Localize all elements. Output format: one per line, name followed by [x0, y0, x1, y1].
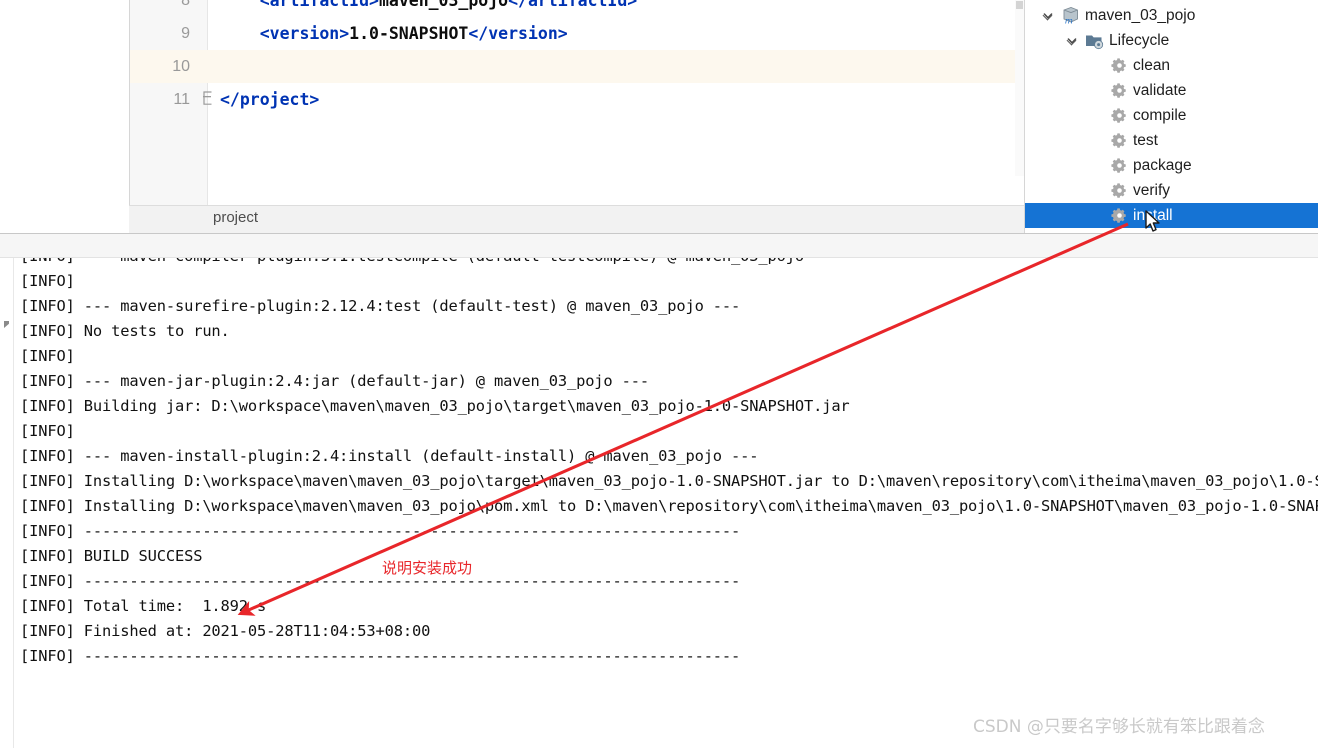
- maven-tree-item-label: clean: [1133, 56, 1171, 74]
- console-line: [INFO] --- maven-install-plugin:2.4:inst…: [20, 447, 759, 465]
- console-line: [INFO] ---------------------------------…: [20, 522, 741, 540]
- console-fold-marker-icon: [4, 321, 9, 328]
- line-number: 9: [181, 25, 190, 42]
- gear-icon: [1111, 182, 1128, 199]
- code-line[interactable]: 8 <artifactId>maven_03_pojo</artifactId>: [130, 0, 1024, 17]
- console-line: [INFO] --- maven-jar-plugin:2.4:jar (def…: [20, 372, 650, 390]
- console-line: [INFO]: [20, 347, 75, 365]
- code-line[interactable]: 11 </project>: [130, 83, 1024, 116]
- editor-vertical-scrollbar-track[interactable]: [1015, 0, 1024, 176]
- maven-tree-item-label: test: [1133, 131, 1158, 149]
- breadcrumb-item-project[interactable]: project: [213, 209, 258, 226]
- csdn-watermark: CSDN @只要名字够长就有笨比跟着念: [973, 717, 1265, 737]
- console-line: [INFO] --- maven-surefire-plugin:2.12.4:…: [20, 297, 741, 315]
- console-gutter: [0, 258, 14, 748]
- maven-tree-item-compile[interactable]: compile: [1025, 103, 1318, 128]
- maven-tree-item-verify[interactable]: verify: [1025, 178, 1318, 203]
- code-line[interactable]: 9 <version>1.0-SNAPSHOT</version>: [130, 17, 1024, 50]
- console-toolbar-strip[interactable]: [0, 234, 1318, 258]
- code-token: <version>: [220, 24, 350, 43]
- console-line: [INFO] Installing D:\workspace\maven\mav…: [20, 497, 1318, 515]
- code-token: maven_03_pojo: [378, 0, 509, 10]
- console-line: [INFO] Finished at: 2021-05-28T11:04:53+…: [20, 622, 431, 640]
- console-line: [INFO] Building jar: D:\workspace\maven\…: [20, 397, 850, 415]
- line-number: 11: [173, 91, 190, 108]
- code-token: <artifactId>: [220, 0, 379, 10]
- console-line: [INFO] --- maven-compiler-plugin:3.1:tes…: [20, 258, 1318, 269]
- line-number: 8: [181, 0, 190, 9]
- code-token: </project>: [220, 90, 320, 109]
- svg-text:m: m: [1065, 17, 1073, 26]
- maven-tool-window[interactable]: m maven_03_pojo Lifecycle clean validate comp…: [1024, 0, 1318, 233]
- ide-top-region: 8 <artifactId>maven_03_pojo</artifactId>…: [0, 0, 1318, 233]
- maven-tree-item-maven-03-pojo[interactable]: m maven_03_pojo: [1025, 3, 1318, 28]
- gear-icon: [1111, 107, 1128, 124]
- code-text: <artifactId>maven_03_pojo</artifactId>: [220, 0, 638, 17]
- maven-tree-item-label: compile: [1133, 106, 1187, 124]
- line-number: 10: [172, 58, 190, 75]
- editor-left-blank-area: [0, 0, 129, 233]
- breadcrumb-left-padding: [129, 206, 207, 233]
- gear-icon: [1111, 132, 1128, 149]
- console-line: [INFO]: [20, 422, 75, 440]
- maven-tree-item-install[interactable]: install: [1025, 203, 1318, 228]
- gear-icon: [1111, 157, 1128, 174]
- maven-tree-item-label: validate: [1133, 81, 1187, 99]
- code-line[interactable]: 10: [130, 50, 1024, 83]
- maven-tree-item-label: verify: [1133, 181, 1171, 199]
- console-line: [INFO] ---------------------------------…: [20, 647, 741, 665]
- gear-icon: [1111, 207, 1128, 224]
- maven-tree-item-clean[interactable]: clean: [1025, 53, 1318, 78]
- console-line: [INFO] BUILD SUCCESS: [20, 547, 203, 565]
- maven-tree-item-label: Lifecycle: [1109, 31, 1170, 49]
- maven-tree-item-test[interactable]: test: [1025, 128, 1318, 153]
- console-line: [INFO] ---------------------------------…: [20, 572, 741, 590]
- maven-tree-item-validate[interactable]: validate: [1025, 78, 1318, 103]
- code-token: 1.0-SNAPSHOT: [349, 24, 469, 43]
- console-line: [INFO] Total time: 1.892 s: [20, 597, 267, 615]
- code-fold-icon[interactable]: [202, 91, 213, 106]
- chevron-down-icon[interactable]: [1065, 34, 1079, 48]
- maven-tree-item-label: maven_03_pojo: [1085, 6, 1196, 24]
- maven-tree-item-package[interactable]: package: [1025, 153, 1318, 178]
- code-text: <version>1.0-SNAPSHOT</version>: [220, 17, 568, 50]
- lifecycle-folder-icon: [1085, 32, 1104, 50]
- console-line: [INFO]: [20, 272, 75, 290]
- code-token: </version>: [468, 24, 568, 43]
- chevron-down-icon[interactable]: [1041, 9, 1055, 23]
- code-token: </artifactId>: [508, 0, 638, 10]
- console-line: [INFO] No tests to run.: [20, 322, 230, 340]
- maven-tree-item-lifecycle[interactable]: Lifecycle: [1025, 28, 1318, 53]
- mouse-pointer-icon: [1145, 210, 1160, 232]
- console-lines-container: [INFO] --- maven-compiler-plugin:3.1:tes…: [20, 258, 1318, 669]
- code-text: </project>: [220, 83, 319, 116]
- editor-vertical-scrollbar-thumb[interactable]: [1016, 1, 1023, 9]
- breadcrumb[interactable]: project: [129, 205, 1024, 233]
- editor-horizontal-scrollbar-track[interactable]: [210, 178, 1020, 191]
- console-line: [INFO] Installing D:\workspace\maven\mav…: [20, 472, 1318, 490]
- maven-tree-item-label: package: [1133, 156, 1192, 174]
- gear-icon: [1111, 82, 1128, 99]
- code-editor-panel[interactable]: 8 <artifactId>maven_03_pojo</artifactId>…: [129, 0, 1024, 233]
- maven-project-icon: m: [1061, 6, 1080, 25]
- gear-icon: [1111, 57, 1128, 74]
- run-console-output[interactable]: [INFO] --- maven-compiler-plugin:3.1:tes…: [0, 258, 1318, 748]
